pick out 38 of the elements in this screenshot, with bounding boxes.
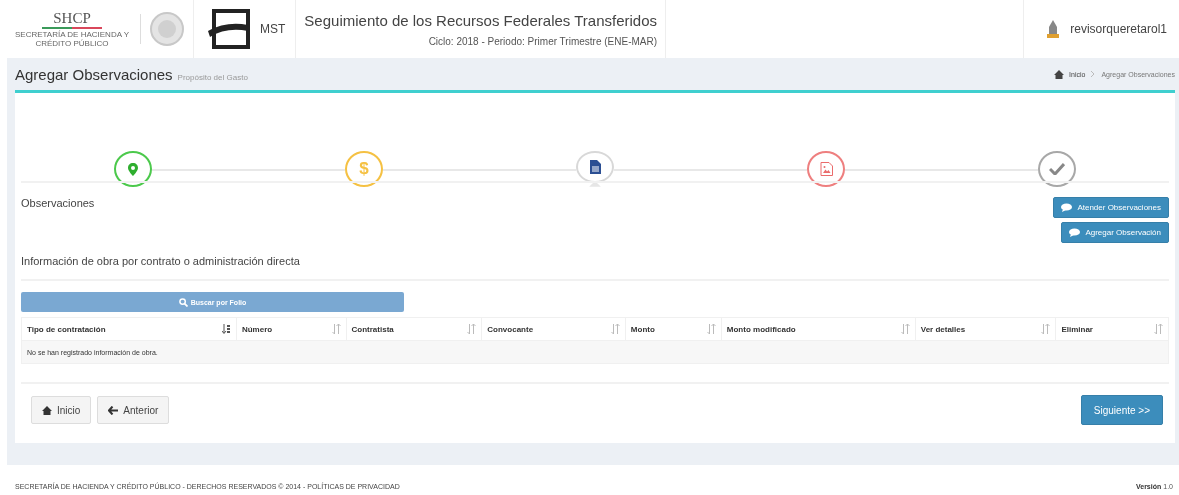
column-header[interactable]: Convocante [481,317,626,341]
comment-button[interactable]: Agregar Observación [1061,222,1169,243]
home-button[interactable]: Inicio [31,396,92,424]
column-header[interactable]: Contratista [346,317,482,341]
step-circle[interactable] [576,151,614,184]
app-subtitle: Ciclo: 2018 - Periodo: Primer Trimestre (ENE-MAR) [428,36,658,47]
home-icon [1054,69,1065,79]
column-header[interactable]: Tipo de contratación [21,317,237,341]
speech-bubble-icon [1069,228,1081,237]
column-header[interactable]: Número [236,317,347,341]
checkmark-icon [1049,163,1065,175]
mst-logo-icon [206,9,252,49]
section-heading: Información de obra por contrato o administración directa [21,254,301,269]
column-header[interactable]: Ver detalles [915,317,1056,341]
page-subtitle: Propósito del Gasto [177,72,248,82]
user-avatar-icon [1046,19,1061,39]
step-circle[interactable] [1038,151,1076,187]
document-icon [589,160,601,175]
section-heading: Observaciones [21,197,95,211]
column-header[interactable]: Monto modificado [721,317,916,341]
page-title: Agregar Observaciones [15,65,173,83]
back-button[interactable]: Anterior [97,396,170,424]
search-icon [178,297,188,307]
next-button[interactable]: Siguiente >> [1080,395,1163,425]
home-icon [42,405,52,415]
column-header[interactable]: Eliminar [1055,317,1169,341]
arrow-left-icon [108,405,119,415]
user-name[interactable]: revisorqueretarol1 [1070,22,1167,36]
speech-bubble-icon [1061,203,1073,212]
chevron-icon [1090,70,1097,78]
column-header[interactable]: Monto [625,317,722,341]
image-file-icon [819,162,833,176]
app-title: Seguimiento de los Recursos Federales Transferidos [304,12,658,29]
seal-icon [149,11,185,47]
comment-button[interactable]: Atender Observaciones [1053,197,1169,218]
logo-text: MST [260,22,286,36]
map-pin-icon [128,162,138,176]
shcp-logo: SHCP SECRETARÍA DE HACIENDA Y CRÉDITO PÚBLICO [14,10,130,48]
